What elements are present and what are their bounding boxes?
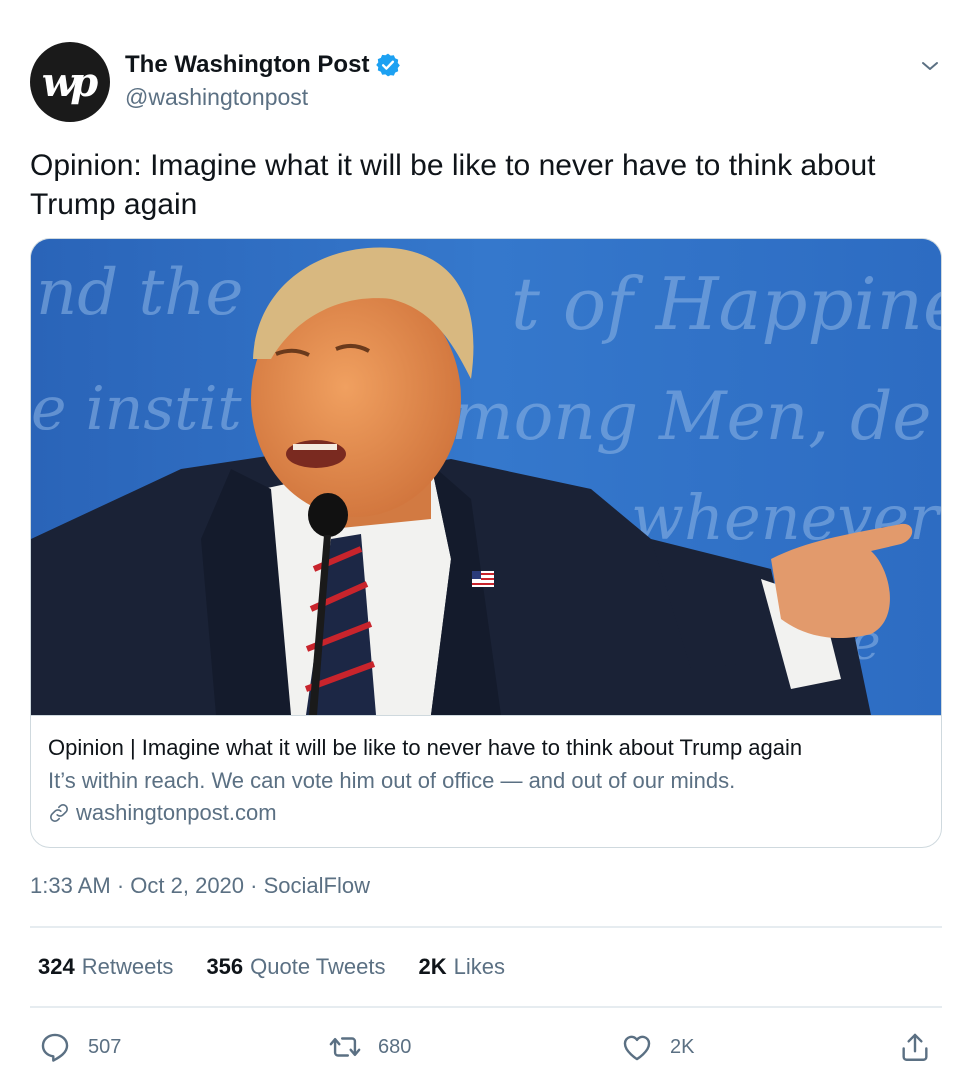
retweet-icon [329, 1037, 361, 1057]
tweet-header: wp The Washington Post @washingtonpost [30, 42, 942, 124]
retweets-label: Retweets [81, 954, 174, 979]
quote-tweets-label: Quote Tweets [250, 954, 386, 979]
tweet-actions: 507 680 2K [38, 1030, 938, 1066]
tweet-text: Opinion: Imagine what it will be like to… [30, 149, 876, 221]
reply-icon [41, 1033, 69, 1062]
tweet-source[interactable]: SocialFlow [264, 873, 370, 899]
card-domain: washingtonpost.com [76, 800, 277, 825]
card-domain-row: washingtonpost.com [48, 799, 941, 827]
quote-tweets-stat[interactable]: 356 Quote Tweets [206, 954, 385, 980]
svg-text:t of Happines: t of Happines [511, 262, 942, 346]
card-image[interactable]: nd the t of Happines e instit mong Men, … [31, 239, 942, 715]
reply-count: 507 [88, 1035, 122, 1058]
divider [30, 1006, 942, 1008]
share-button[interactable] [898, 1030, 932, 1064]
share-icon [902, 1033, 928, 1061]
retweet-count: 680 [378, 1035, 412, 1058]
avatar-logo: wp [41, 58, 98, 106]
link-icon [50, 804, 68, 822]
tweet-date[interactable]: Oct 2, 2020 [130, 873, 244, 899]
retweets-count: 324 [38, 954, 75, 979]
meta-separator: · [110, 873, 131, 898]
likes-label: Likes [453, 954, 505, 979]
display-name[interactable]: The Washington Post [125, 51, 369, 79]
divider [30, 926, 942, 928]
like-count: 2K [670, 1035, 695, 1058]
card-title: Opinion | Imagine what it will be like t… [48, 735, 803, 760]
heart-icon [623, 1035, 651, 1061]
likes-count: 2K [418, 954, 447, 979]
tweet-stats: 324 Retweets 356 Quote Tweets 2K Likes [38, 954, 538, 980]
avatar[interactable]: wp [30, 42, 110, 122]
like-button[interactable]: 2K [620, 1030, 694, 1064]
card-description: It’s within reach. We can vote him out o… [48, 768, 736, 793]
verified-badge-icon [376, 53, 401, 77]
reply-button[interactable]: 507 [38, 1030, 121, 1064]
svg-text:nd the: nd the [36, 256, 243, 330]
retweets-stat[interactable]: 324 Retweets [38, 954, 173, 980]
tweet-time[interactable]: 1:33 AM [30, 873, 111, 899]
quote-tweets-count: 356 [206, 954, 244, 979]
likes-stat[interactable]: 2K Likes [419, 954, 505, 980]
link-card[interactable]: nd the t of Happines e instit mong Men, … [30, 238, 942, 848]
tweet-meta: 1:33 AM · Oct 2, 2020 · SocialFlow [30, 873, 370, 899]
svg-text:mong Men, de: mong Men, de [451, 378, 931, 455]
chevron-down-icon[interactable] [918, 54, 942, 78]
account-names: The Washington Post @washingtonpost [125, 50, 401, 111]
account-handle[interactable]: @washingtonpost [125, 84, 401, 111]
meta-separator: · [244, 873, 264, 898]
svg-text:e instit: e instit [31, 374, 243, 444]
card-photo: nd the t of Happines e instit mong Men, … [31, 239, 942, 715]
retweet-button[interactable]: 680 [328, 1030, 411, 1064]
card-body[interactable]: Opinion | Imagine what it will be like t… [31, 715, 941, 847]
